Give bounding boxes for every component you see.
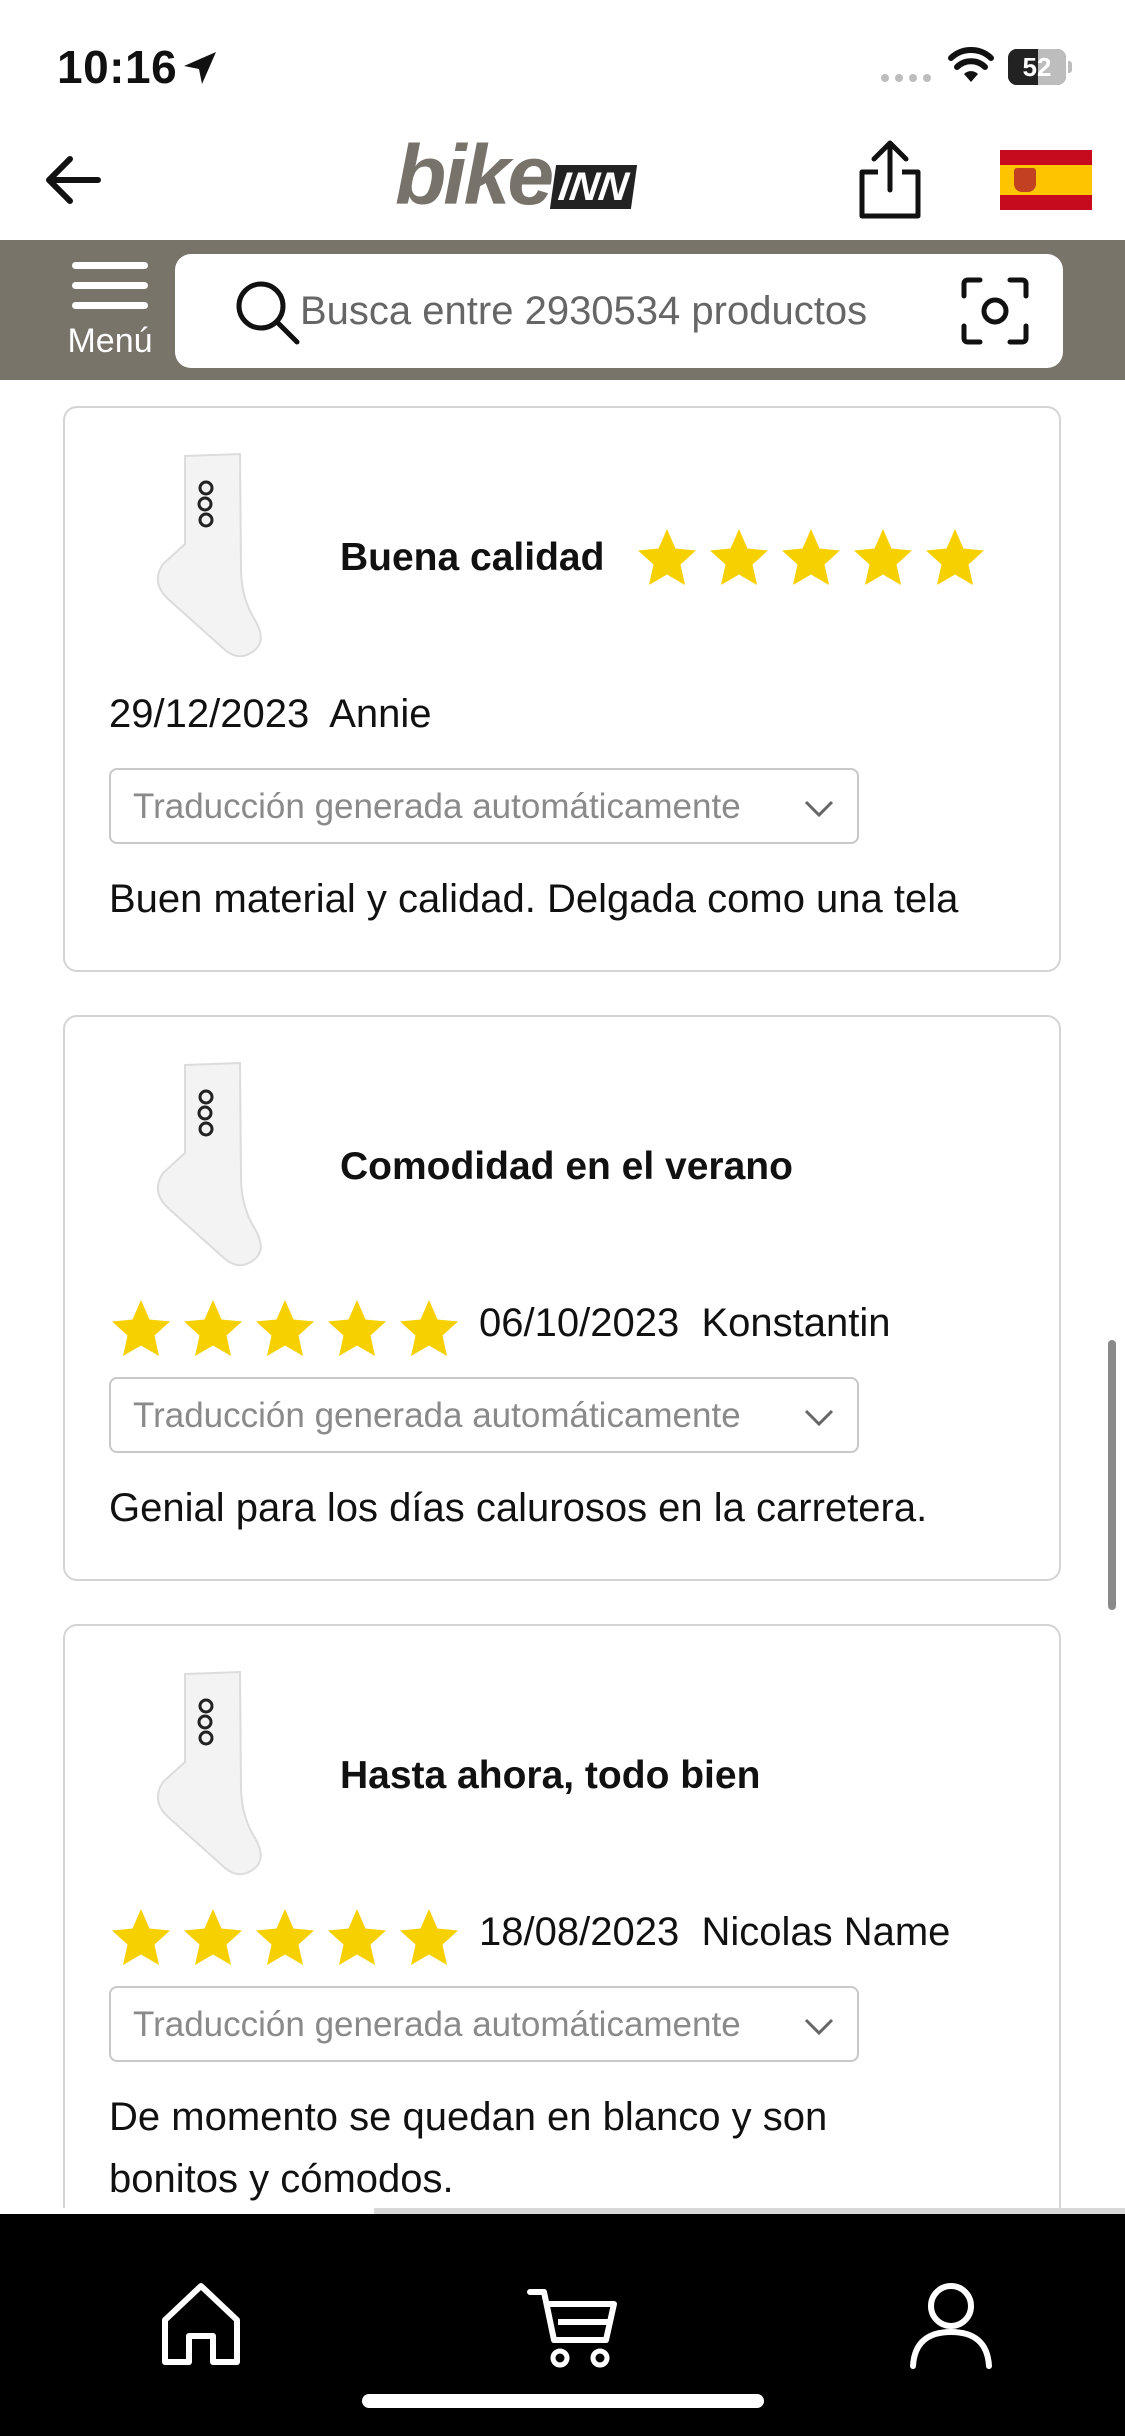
review-date: 29/12/2023 bbox=[109, 692, 310, 736]
star-icon bbox=[184, 1909, 242, 1965]
star-icon bbox=[782, 529, 840, 585]
status-time: 10:16 bbox=[57, 41, 178, 93]
product-thumbnail bbox=[156, 1061, 262, 1267]
review-author: Annie bbox=[329, 692, 432, 736]
menu-button[interactable]: Menú bbox=[60, 258, 160, 368]
star-rating bbox=[109, 1297, 461, 1361]
hamburger-icon-line bbox=[72, 282, 148, 289]
spain-flag-icon[interactable] bbox=[1000, 150, 1092, 210]
product-thumbnail bbox=[156, 1670, 262, 1876]
hamburger-icon bbox=[72, 262, 148, 269]
star-icon bbox=[184, 1300, 242, 1356]
camera-scan-icon[interactable] bbox=[960, 276, 1030, 346]
review-author: Nicolas Name bbox=[701, 1910, 951, 1954]
home-icon[interactable] bbox=[151, 2274, 251, 2374]
star-icon bbox=[710, 529, 768, 585]
review-meta: 06/10/2023 Konstantin bbox=[479, 1301, 890, 1346]
review-text: De momento se quedan en blanco y son bon… bbox=[109, 2095, 828, 2201]
review-card: Buena calidad 29/12/2023 Annie Traducció… bbox=[63, 406, 1061, 972]
review-card: Comodidad en el verano 06/10/2023 Konsta… bbox=[63, 1015, 1061, 1581]
back-button[interactable] bbox=[40, 145, 110, 215]
chevron-down-icon bbox=[804, 800, 834, 818]
battery-indicator: 52 bbox=[1008, 49, 1072, 85]
translation-label: Traducción generada automáticamente bbox=[133, 787, 741, 826]
product-thumbnail bbox=[156, 452, 262, 658]
review-text: Buen material y calidad. Delgada como un… bbox=[109, 877, 959, 921]
status-bar: 10:16 52 bbox=[0, 0, 1125, 130]
star-icon bbox=[256, 1909, 314, 1965]
battery-level: 52 bbox=[1022, 52, 1052, 82]
star-icon bbox=[854, 529, 912, 585]
review-meta: 29/12/2023 Annie bbox=[109, 692, 432, 737]
translation-label: Traducción generada automáticamente bbox=[133, 1396, 741, 1435]
star-icon bbox=[638, 529, 696, 585]
location-arrow-icon bbox=[184, 52, 216, 84]
search-icon bbox=[236, 281, 300, 345]
logo-bike-text: bike bbox=[395, 128, 554, 222]
battery-body: 52 bbox=[1008, 49, 1066, 85]
review-text: Genial para los días calurosos en la car… bbox=[109, 1486, 928, 1530]
chevron-down-icon bbox=[804, 2018, 834, 2036]
bikeinn-logo[interactable]: bike INN bbox=[395, 128, 665, 222]
review-title: Buena calidad bbox=[340, 536, 605, 579]
scrollbar[interactable] bbox=[1108, 1340, 1116, 1610]
flag-stripe-red-bottom bbox=[1000, 195, 1092, 210]
search-box[interactable] bbox=[175, 254, 1063, 368]
translation-dropdown[interactable]: Traducción generada automáticamente bbox=[109, 768, 859, 844]
search-input[interactable] bbox=[300, 281, 910, 341]
home-indicator[interactable] bbox=[362, 2394, 764, 2408]
cellular-signal-icon bbox=[881, 74, 931, 82]
chevron-down-icon bbox=[804, 1409, 834, 1427]
review-meta: 18/08/2023 Nicolas Name bbox=[479, 1910, 950, 1955]
review-title: Comodidad en el verano bbox=[340, 1145, 793, 1188]
review-date: 18/08/2023 bbox=[479, 1910, 680, 1954]
review-date: 06/10/2023 bbox=[479, 1301, 680, 1345]
star-icon bbox=[328, 1909, 386, 1965]
user-icon[interactable] bbox=[901, 2274, 1001, 2374]
star-icon bbox=[328, 1300, 386, 1356]
translation-dropdown[interactable]: Traducción generada automáticamente bbox=[109, 1986, 859, 2062]
menu-label: Menú bbox=[67, 322, 153, 360]
flag-stripe-red-top bbox=[1000, 150, 1092, 165]
review-title: Hasta ahora, todo bien bbox=[340, 1754, 761, 1797]
star-icon bbox=[400, 1300, 458, 1356]
star-icon bbox=[112, 1909, 170, 1965]
star-icon bbox=[112, 1300, 170, 1356]
star-icon bbox=[256, 1300, 314, 1356]
review-card: Hasta ahora, todo bien 18/08/2023 Nicola… bbox=[63, 1624, 1061, 2264]
translation-dropdown[interactable]: Traducción generada automáticamente bbox=[109, 1377, 859, 1453]
star-icon bbox=[926, 529, 984, 585]
star-rating bbox=[109, 1906, 461, 1970]
flag-crest bbox=[1014, 168, 1036, 192]
share-icon[interactable] bbox=[852, 138, 928, 220]
translation-label: Traducción generada automáticamente bbox=[133, 2005, 741, 2044]
star-icon bbox=[400, 1909, 458, 1965]
wifi-icon bbox=[948, 47, 994, 82]
hamburger-icon-line bbox=[72, 302, 148, 309]
cart-icon[interactable] bbox=[524, 2274, 624, 2374]
battery-cap bbox=[1068, 61, 1072, 73]
logo-inn-text: INN bbox=[549, 165, 637, 209]
star-rating bbox=[635, 526, 987, 590]
review-author: Konstantin bbox=[701, 1301, 891, 1345]
